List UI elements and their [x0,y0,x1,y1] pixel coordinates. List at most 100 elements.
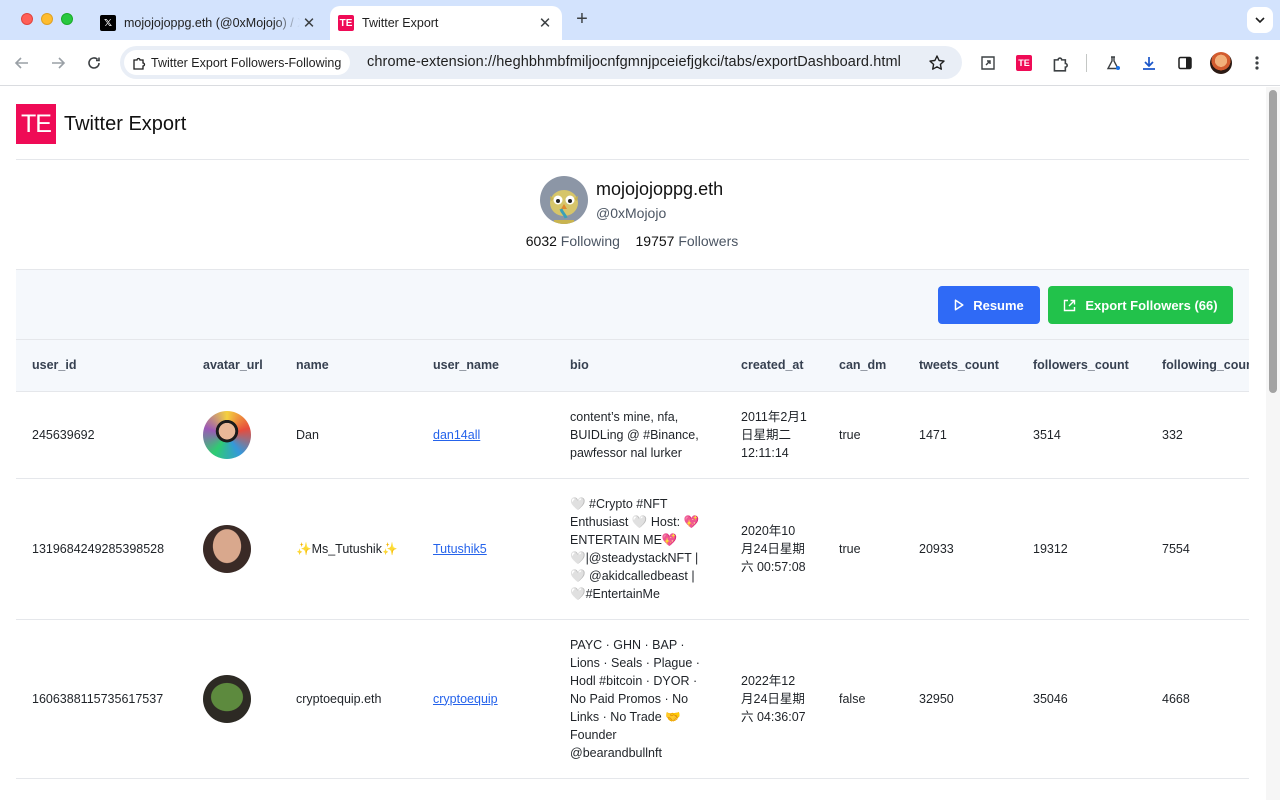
cell-name [280,778,417,800]
tab-twitter-export[interactable]: TE Twitter Export ✕ [330,6,562,40]
app-title: Twitter Export [64,112,187,135]
window-close-button[interactable] [21,13,33,25]
site-chip-label: Twitter Export Followers-Following [151,55,342,70]
column-header-can-dm[interactable]: can_dm [823,340,903,392]
reload-icon [88,57,100,69]
window-zoom-button[interactable] [61,13,73,25]
te-logo-icon: TE [1016,55,1032,71]
expand-icon [981,56,995,70]
column-header-user-id[interactable]: user_id [16,340,187,392]
open-in-window-button[interactable] [977,52,999,74]
te-logo-icon: TE [338,15,354,31]
column-header-avatar-url[interactable]: avatar_url [187,340,280,392]
menu-button[interactable] [1246,52,1268,74]
tab-title: mojojojoppg.eth (@0xMojojo) / X [124,16,300,30]
avatar [203,524,251,573]
arrow-left-icon [14,57,28,69]
column-header-user-name[interactable]: user_name [417,340,554,392]
cell-bio: content’s mine, nfa, BUIDLing @ #Binance… [554,391,725,479]
bookmark-star-button[interactable] [926,52,948,74]
cell-user-id: 1319684249285398528 [16,478,187,620]
following-label: Following [560,233,620,249]
export-followers-button[interactable]: Export Followers (66) [1048,286,1233,324]
table-header-row: user_id avatar_url name user_name bio cr… [16,340,1249,392]
extension-puzzle-icon [1053,56,1068,72]
page-content: TE Twitter Export mojojojoppg.eth @0xMoj… [0,87,1264,800]
action-bar: Resume Export Followers (66) [16,269,1249,340]
avatar [1210,52,1232,74]
extension-puzzle-icon [133,57,146,70]
close-icon[interactable]: ✕ [536,14,554,32]
profile-card: mojojojoppg.eth @0xMojojo 6032 Following… [0,175,1264,267]
column-header-created-at[interactable]: created_at [725,340,823,392]
back-button[interactable] [11,52,33,74]
cell-tweets-count: 1471 [903,391,1017,479]
profile-handle: @0xMojojo [596,205,667,221]
cell-user-name [417,778,554,800]
downloads-button[interactable] [1138,52,1160,74]
cell-avatar [187,778,280,800]
download-icon [1143,57,1155,70]
scrollbar-thumb[interactable] [1269,90,1277,393]
cell-followers-count: 19312 [1017,478,1146,620]
cell-bio: 🤍 #Crypto #NFT Enthusiast 🤍 Host: 💖 ENTE… [554,478,725,620]
cell-name: cryptoequip.eth [280,619,417,779]
cell-name: ✨Ms_Tutushik✨ [280,478,417,620]
site-info-chip[interactable]: Twitter Export Followers-Following [124,50,351,75]
twitter-export-extension-button[interactable]: TE [1013,52,1035,74]
url-text[interactable]: chrome-extension://heghbhmbfmiljocnfgmnj… [367,54,901,70]
x-logo-icon: 𝕏 [100,15,116,31]
user-name-link[interactable]: cryptoequip [433,692,498,706]
cell-user-id: 1606388115735617537 [16,619,187,779]
browser-toolbar: Twitter Export Followers-Following chrom… [0,40,1280,86]
cell-can-dm [823,778,903,800]
avatar [203,674,251,723]
cell-bio: PAYC · GHN · BAP · Lions · Seals · Plagu… [554,619,725,779]
cell-following-count: 332 [1146,391,1249,479]
app-header: TE Twitter Export [16,104,186,144]
table-row: 245639692 Dan dan14all content’s mine, n… [16,391,1249,479]
column-header-following-count[interactable]: following_count [1146,340,1249,392]
cell-user-name: cryptoequip [417,619,554,779]
kebab-menu-icon [1255,56,1259,70]
side-panel-button[interactable] [1174,52,1196,74]
external-link-icon [1064,299,1076,311]
profile-button[interactable] [1210,52,1232,74]
cell-user-id [16,778,187,800]
cell-user-name: dan14all [417,391,554,479]
column-header-name[interactable]: name [280,340,417,392]
cell-bio: Buildi [554,778,725,800]
page-scrollbar[interactable] [1266,87,1280,800]
column-header-bio[interactable]: bio [554,340,725,392]
cell-tweets-count [903,778,1017,800]
cell-user-id: 245639692 [16,391,187,479]
tab-search-button[interactable] [1247,7,1273,33]
address-bar[interactable]: Twitter Export Followers-Following chrom… [120,46,962,79]
cell-avatar [187,478,280,620]
tab-x-profile[interactable]: 𝕏 mojojojoppg.eth (@0xMojojo) / X ✕ [90,6,328,40]
column-header-tweets-count[interactable]: tweets_count [903,340,1017,392]
cell-created-at: 2020年10月24日星期六 00:57:08 [725,478,823,620]
forward-button[interactable] [47,52,69,74]
window-minimize-button[interactable] [41,13,53,25]
close-icon[interactable]: ✕ [300,14,318,32]
cell-followers-count [1017,778,1146,800]
cell-can-dm: true [823,478,903,620]
user-name-link[interactable]: Tutushik5 [433,542,487,556]
column-header-followers-count[interactable]: followers_count [1017,340,1146,392]
cell-avatar [187,391,280,479]
resume-button[interactable]: Resume [938,286,1040,324]
toolbar-separator [1086,54,1087,72]
reload-button[interactable] [83,52,105,74]
user-name-link[interactable]: dan14all [433,428,480,442]
cell-following-count [1146,778,1249,800]
new-tab-button[interactable]: + [572,9,592,30]
profile-stats: 6032 Following 19757 Followers [0,233,1264,249]
cell-can-dm: false [823,619,903,779]
chevron-down-icon [1255,17,1265,24]
star-icon [929,55,945,70]
cell-followers-count: 3514 [1017,391,1146,479]
labs-button[interactable] [1102,52,1124,74]
extensions-button[interactable] [1049,52,1071,74]
cell-created-at: 2022年12月24日星期六 04:36:07 [725,619,823,779]
